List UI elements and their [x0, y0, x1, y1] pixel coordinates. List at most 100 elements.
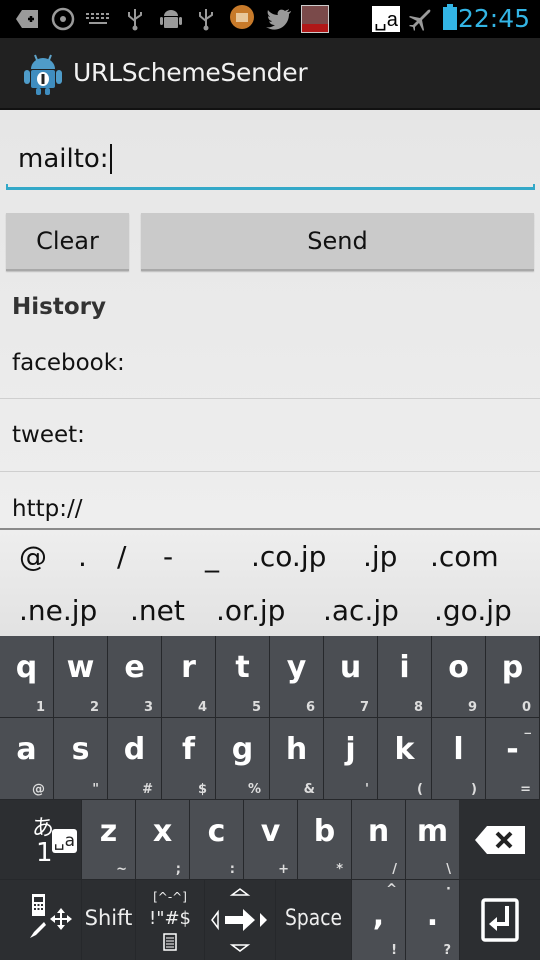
key-sub-label: \ — [446, 862, 451, 877]
clock: 22:45 — [457, 4, 530, 33]
suggestion-com[interactable]: .com — [430, 540, 499, 573]
battery-icon — [442, 4, 458, 30]
key-y[interactable]: y6 — [270, 636, 323, 717]
key-r[interactable]: r4 — [162, 636, 215, 717]
history-item[interactable]: tweet: — [0, 399, 540, 472]
key-main-label: z — [99, 814, 118, 849]
app-title: URLSchemeSender — [73, 58, 308, 87]
suggestion-co-jp[interactable]: .co.jp — [251, 540, 326, 573]
key-main-label: d — [123, 732, 146, 767]
key-c[interactable]: c: — [190, 800, 243, 879]
android-robot-icon[interactable] — [24, 52, 62, 96]
key-sub-label: 6 — [305, 700, 315, 715]
key-k[interactable]: k( — [378, 718, 431, 799]
key-sub-label: ) — [471, 782, 477, 797]
comma-key[interactable]: ^ , ! — [352, 880, 405, 960]
symbol-key[interactable]: [^-^] !"#$ — [136, 880, 204, 960]
key-main-label: v — [260, 814, 281, 849]
url-input[interactable]: mailto: — [6, 128, 535, 190]
enter-key[interactable] — [460, 880, 540, 960]
suggestion-ac-jp[interactable]: .ac.jp — [323, 594, 399, 627]
ime-icon: ␣a — [52, 829, 77, 853]
key-o[interactable]: o9 — [432, 636, 485, 717]
key-sub-label: 5 — [251, 700, 261, 715]
key-t[interactable]: t5 — [216, 636, 269, 717]
cursor-key[interactable] — [205, 880, 275, 960]
key-main-label: p — [501, 650, 524, 685]
key-v[interactable]: v + — [244, 800, 297, 879]
enter-icon — [481, 898, 519, 942]
settings-key[interactable] — [0, 880, 81, 960]
suggestion-net[interactable]: .net — [130, 594, 185, 627]
key-hyphen[interactable]: - _ = — [486, 718, 539, 799]
status-bar: ␣a 22:45 — [0, 0, 540, 38]
space-key[interactable]: Space — [276, 880, 351, 960]
key-g[interactable]: g% — [216, 718, 269, 799]
usb-icon — [197, 8, 215, 31]
key-sub-label: : — [229, 862, 235, 877]
android-debug-icon — [160, 8, 182, 30]
key-main-label: j — [345, 732, 356, 767]
key-sub-label: $ — [197, 782, 207, 797]
period-sub: ? — [443, 943, 451, 958]
key-h[interactable]: h & — [270, 718, 323, 799]
key-i[interactable]: i8 — [378, 636, 431, 717]
clear-button[interactable]: Clear — [6, 213, 129, 271]
suggestion-ne-jp[interactable]: .ne.jp — [19, 594, 97, 627]
key-l[interactable]: l) — [432, 718, 485, 799]
suggestion-jp[interactable]: .jp — [363, 540, 397, 573]
send-button[interactable]: Send — [141, 213, 534, 271]
phone-edit-move-icon — [30, 894, 72, 938]
history-item[interactable]: facebook: — [0, 327, 540, 399]
key-z[interactable]: z ~ — [82, 800, 135, 879]
key-f[interactable]: f $ — [162, 718, 215, 799]
symbol-label: !"#$ — [148, 908, 192, 929]
period-main: . — [426, 898, 439, 933]
photo-app-icon — [301, 5, 329, 33]
suggestion-at[interactable]: @ — [19, 540, 47, 573]
period-key[interactable]: · . ? — [406, 880, 459, 960]
cursor-arrows-icon — [211, 888, 267, 952]
suggestion-dot[interactable]: . — [78, 540, 87, 573]
suggestion-hyphen[interactable]: - — [163, 540, 173, 573]
key-m[interactable]: m \ — [406, 800, 459, 879]
key-p[interactable]: p0 — [486, 636, 539, 717]
key-a[interactable]: a @ — [0, 718, 53, 799]
backspace-key[interactable] — [459, 800, 540, 879]
key-b[interactable]: b * — [298, 800, 351, 879]
twitter-icon — [266, 8, 292, 30]
input-mode-key[interactable]: あ 1 ␣a — [0, 800, 81, 879]
key-x[interactable]: x; — [136, 800, 189, 879]
key-j[interactable]: j ' — [324, 718, 377, 799]
key-sub-label: ~ — [116, 862, 127, 877]
key-sup-label: _ — [524, 720, 532, 735]
shift-key[interactable]: Shift — [82, 880, 135, 960]
key-sub-label: ; — [175, 862, 181, 877]
key-sub-label: & — [303, 782, 315, 797]
key-d[interactable]: d # — [108, 718, 161, 799]
key-q[interactable]: q1 — [0, 636, 53, 717]
key-sub-label: 9 — [467, 700, 477, 715]
suggestion-row: @ . / - _ .co.jp .jp .com — [0, 532, 540, 584]
ime-icon: ␣a — [372, 6, 400, 32]
key-e[interactable]: e3 — [108, 636, 161, 717]
key-sub-label: 3 — [143, 700, 153, 715]
suggestion-slash[interactable]: / — [117, 540, 126, 573]
key-main-label: c — [207, 814, 226, 849]
suggestion-go-jp[interactable]: .go.jp — [434, 594, 512, 627]
key-main-label: i — [399, 650, 410, 685]
key-main-label: f — [181, 732, 196, 767]
key-sub-label: 2 — [89, 700, 99, 715]
history-heading: History — [12, 294, 106, 320]
key-sub-label: @ — [32, 782, 45, 797]
key-n[interactable]: n / — [352, 800, 405, 879]
key-w[interactable]: w2 — [54, 636, 107, 717]
emoticon-label: [^-^] — [153, 890, 187, 904]
suggestion-or-jp[interactable]: .or.jp — [216, 594, 285, 627]
key-main-label: w — [66, 650, 95, 685]
key-u[interactable]: u7 — [324, 636, 377, 717]
key-s[interactable]: s " — [54, 718, 107, 799]
suggestion-underscore[interactable]: _ — [205, 540, 219, 573]
key-main-label: x — [152, 814, 173, 849]
space-label: Space — [284, 906, 342, 931]
